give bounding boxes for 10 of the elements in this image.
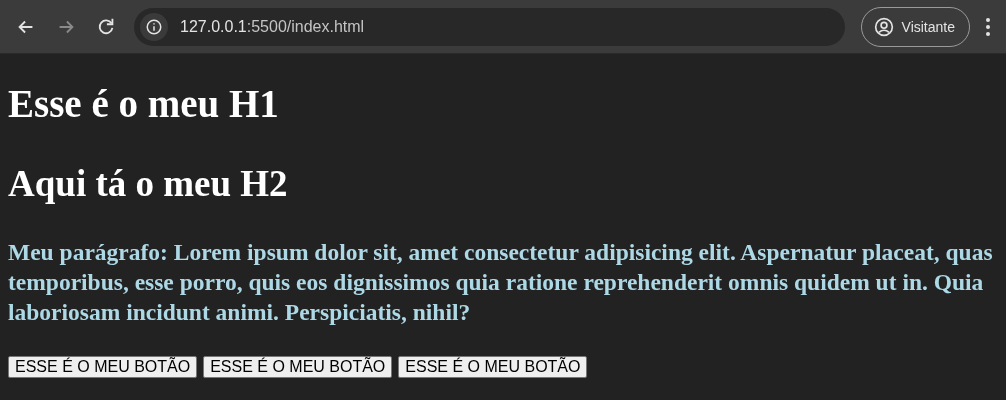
address-bar[interactable]: 127.0.0.1:5500/index.html (134, 7, 845, 46)
page-button[interactable]: ESSE É O MEU BOTÃO (398, 356, 588, 378)
page-button[interactable]: ESSE É O MEU BOTÃO (8, 356, 198, 378)
page-button[interactable]: ESSE É O MEU BOTÃO (203, 356, 393, 378)
info-icon[interactable] (140, 12, 168, 41)
paragraph: Meu parágrafo: Lorem ipsum dolor sit, amet consectetur adipisicing elit. Aspernatur placeat, quas temporibus, esse porro, quis eos dignissimos quia ratione reprehenderit omnis quidem ut in. Quia laboriosam incidunt animi. Perspiciatis, nihil? (8, 238, 994, 327)
url-text: 127.0.0.1:5500/index.html (180, 17, 365, 36)
main-heading: Esse é o meu H1 (8, 81, 280, 127)
sub-heading: Aqui tá o meu H2 (8, 162, 289, 206)
person-icon (873, 16, 894, 37)
